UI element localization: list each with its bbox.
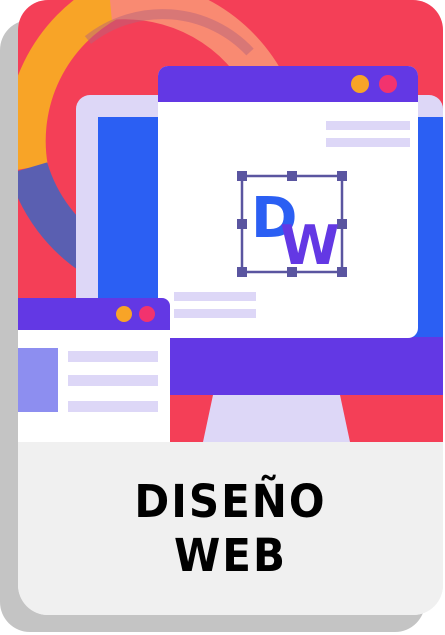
text-line-placeholder (326, 121, 410, 130)
text-line-placeholder (68, 351, 158, 362)
category-card[interactable]: D W DISEÑO WEB (18, 0, 443, 615)
browser-window-small (18, 298, 170, 442)
selection-handle (237, 171, 247, 181)
card-title-line-2: WEB (173, 528, 288, 582)
text-line-placeholder (174, 309, 256, 318)
logo-letter-w: W (280, 214, 340, 277)
selection-handle (237, 267, 247, 277)
selection-handle (287, 171, 297, 181)
window-dot-orange-icon (116, 306, 132, 322)
text-line-placeholder (68, 401, 158, 412)
image-placeholder (18, 348, 58, 412)
selection-handle (237, 219, 247, 229)
card-caption: DISEÑO WEB (18, 442, 443, 615)
selection-handle (337, 171, 347, 181)
card-title-line-1: DISEÑO (134, 474, 327, 528)
window-dot-orange-icon (351, 75, 369, 93)
text-line-placeholder (174, 292, 256, 301)
window-dot-pink-icon (139, 306, 155, 322)
card-illustration: D W (18, 0, 443, 442)
text-line-placeholder (68, 375, 158, 386)
card-stage: D W DISEÑO WEB (0, 0, 445, 635)
monitor-stand (203, 395, 350, 442)
window-dot-pink-icon (379, 75, 397, 93)
web-design-illustration: D W (18, 0, 443, 442)
text-line-placeholder (326, 138, 410, 147)
